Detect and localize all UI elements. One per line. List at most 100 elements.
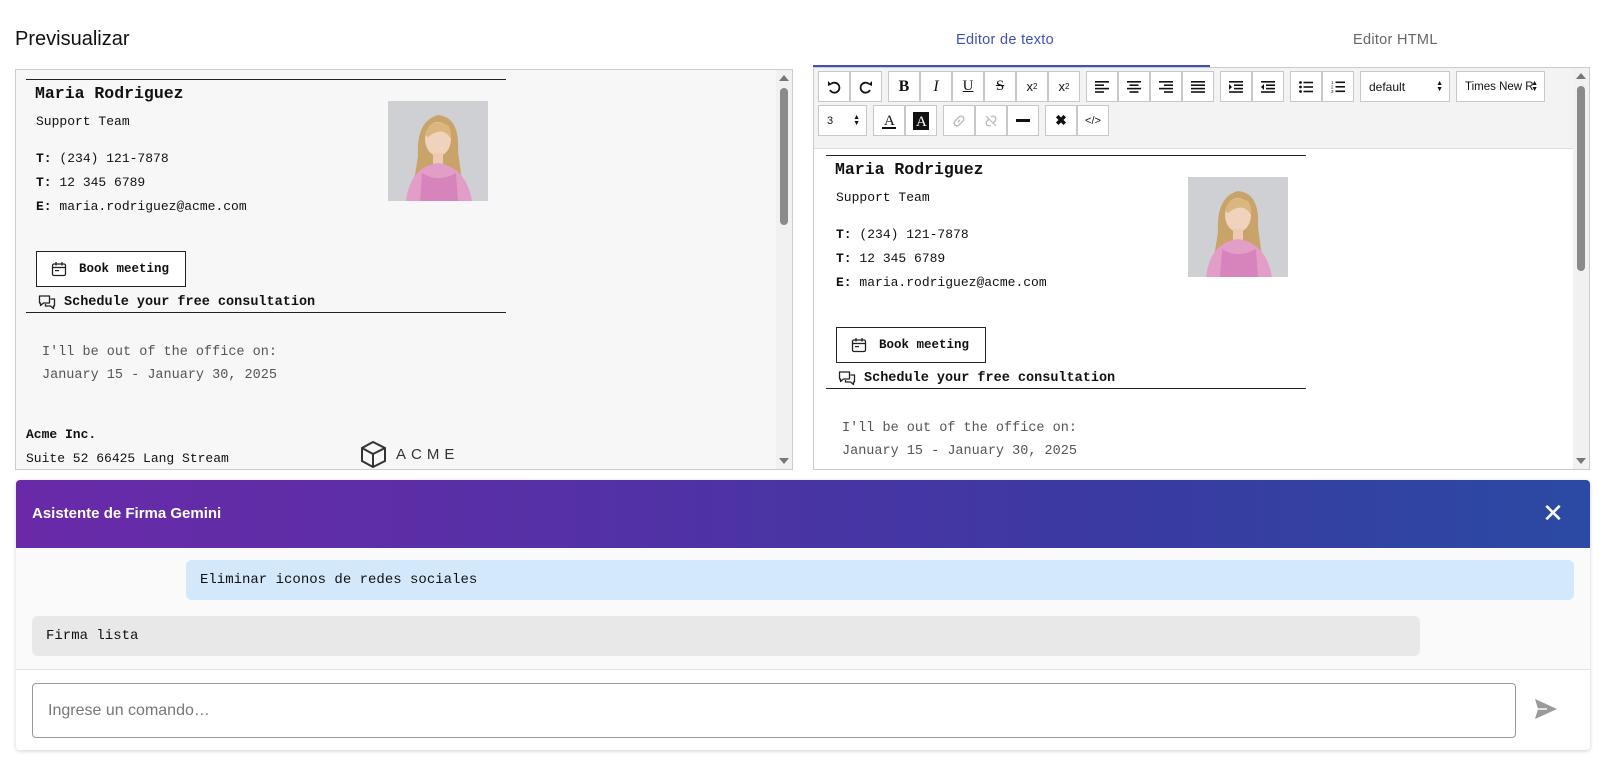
horizontal-rule-icon (1016, 118, 1030, 122)
editor-toolbar: B I U S x2 x2 123 default ▲ ▼ Times New R ▲… (814, 68, 1574, 142)
font-family-select[interactable]: Times New R ▲ ▼ (1456, 71, 1545, 102)
svg-text:3: 3 (1331, 89, 1334, 93)
signature-email: E: maria.rodriguez@acme.com (836, 275, 1047, 290)
preview-pane[interactable]: Maria Rodriguez Support Team T: (234) 12… (15, 69, 793, 470)
acme-logo: ACME (358, 439, 459, 469)
subscript-button[interactable]: x2 (1016, 71, 1048, 102)
numbered-list-icon: 123 (1331, 80, 1345, 93)
superscript-button[interactable]: x2 (1048, 71, 1080, 102)
svg-text:A: A (884, 113, 895, 129)
preview-scrollbar[interactable] (776, 70, 792, 469)
indent-icon (1229, 80, 1243, 93)
background-color-button[interactable]: A (905, 105, 937, 136)
assistant-title: Asistente de Firma Gemini (32, 505, 222, 522)
out-of-office-note: I'll be out of the office on: January 15… (842, 421, 1077, 459)
tab-html-editor[interactable]: Editor HTML (1353, 32, 1438, 48)
numbered-list-button[interactable]: 123 (1322, 71, 1354, 102)
acme-logo-icon (361, 440, 386, 469)
editor-scrollbar[interactable] (1573, 68, 1589, 469)
align-left-button[interactable] (1086, 71, 1118, 102)
schedule-link[interactable]: Schedule your free consultation (38, 294, 315, 310)
profile-photo (388, 101, 488, 201)
assistant-header: Asistente de Firma Gemini ✕ (16, 480, 1590, 548)
book-meeting-label: Book meeting (879, 338, 970, 352)
schedule-link[interactable]: Schedule your free consultation (838, 370, 1115, 386)
code-icon: </> (1085, 114, 1101, 127)
bullet-list-icon (1299, 80, 1313, 93)
schedule-label: Schedule your free consultation (64, 294, 316, 310)
editor-tabs: Editor de texto Editor HTML (813, 0, 1590, 68)
font-color-icon: A (882, 113, 896, 129)
unlink-icon (985, 114, 997, 127)
background-color-icon: A (913, 111, 929, 130)
assistant-message: Firma lista (32, 616, 1420, 656)
align-right-icon (1159, 80, 1173, 93)
outdent-icon (1261, 80, 1275, 93)
calendar-icon (51, 262, 67, 277)
link-icon (953, 114, 965, 127)
signature-phone-1: T: (234) 121-7878 (36, 151, 169, 166)
bottom-divider (26, 312, 506, 313)
format-select[interactable]: default ▲ ▼ (1360, 71, 1450, 102)
tab-text-editor[interactable]: Editor de texto (956, 32, 1054, 48)
code-view-button[interactable]: </> (1077, 105, 1109, 136)
preview-title: Previsualizar (15, 28, 130, 50)
close-button[interactable]: ✕ (1538, 498, 1568, 528)
outdent-button[interactable] (1252, 71, 1284, 102)
undo-button[interactable] (818, 71, 850, 102)
close-icon: ✕ (1542, 498, 1564, 528)
undo-icon (828, 80, 841, 94)
signature-name: Maria Rodriguez (835, 160, 984, 179)
send-button[interactable] (1534, 698, 1562, 726)
redo-button[interactable] (850, 71, 882, 102)
unlink-button[interactable] (975, 105, 1007, 136)
company-name: Acme Inc. (26, 427, 97, 442)
signature-phone-2: T: 12 345 6789 (836, 251, 946, 266)
italic-button[interactable]: I (920, 71, 952, 102)
strikethrough-button[interactable]: S (984, 71, 1016, 102)
chat-icon (38, 295, 56, 310)
svg-text:A: A (916, 114, 927, 130)
font-size-select[interactable]: 3 ▲ ▼ (818, 105, 867, 136)
book-meeting-button[interactable]: Book meeting (36, 251, 186, 287)
align-justify-icon (1191, 80, 1205, 93)
calendar-icon (851, 338, 867, 353)
align-justify-button[interactable] (1182, 71, 1214, 102)
underline-button[interactable]: U (952, 71, 984, 102)
align-right-button[interactable] (1150, 71, 1182, 102)
redo-icon (859, 80, 872, 94)
bold-button[interactable]: B (888, 71, 920, 102)
horizontal-rule-button[interactable] (1007, 105, 1039, 136)
profile-photo (1188, 177, 1288, 277)
top-divider (26, 79, 506, 80)
signature-email: E: maria.rodriguez@acme.com (36, 199, 247, 214)
indent-button[interactable] (1220, 71, 1252, 102)
rich-text-editor[interactable]: B I U S x2 x2 123 default ▲ ▼ Times New R ▲… (813, 67, 1590, 470)
schedule-label: Schedule your free consultation (864, 370, 1116, 386)
chat-icon (838, 371, 856, 386)
signature-phone-2: T: 12 345 6789 (36, 175, 146, 190)
clear-format-icon: ✖ (1055, 112, 1067, 128)
send-icon (1535, 699, 1557, 719)
clear-format-button[interactable]: ✖ (1045, 105, 1077, 136)
signature-team: Support Team (36, 114, 130, 129)
bullet-list-button[interactable] (1290, 71, 1322, 102)
command-input-area (16, 669, 1590, 750)
font-color-button[interactable]: A (873, 105, 905, 136)
top-divider (826, 155, 1306, 156)
out-of-office-note: I'll be out of the office on: January 15… (42, 345, 277, 383)
signature-team: Support Team (836, 190, 930, 205)
signature-name: Maria Rodriguez (35, 84, 184, 103)
editor-content[interactable]: Maria Rodriguez Support Team T: (234) 12… (814, 148, 1574, 469)
signature-phone-1: T: (234) 121-7878 (836, 227, 969, 242)
bottom-divider (826, 388, 1306, 389)
align-center-button[interactable] (1118, 71, 1150, 102)
link-button[interactable] (943, 105, 975, 136)
command-input[interactable] (32, 683, 1516, 738)
company-address: Suite 52 66425 Lang Stream (26, 451, 229, 466)
assistant-panel: Asistente de Firma Gemini ✕ Eliminar ico… (16, 480, 1590, 750)
user-message: Eliminar iconos de redes sociales (186, 560, 1574, 600)
align-left-icon (1095, 80, 1109, 93)
align-center-icon (1127, 80, 1141, 93)
book-meeting-button[interactable]: Book meeting (836, 327, 986, 363)
